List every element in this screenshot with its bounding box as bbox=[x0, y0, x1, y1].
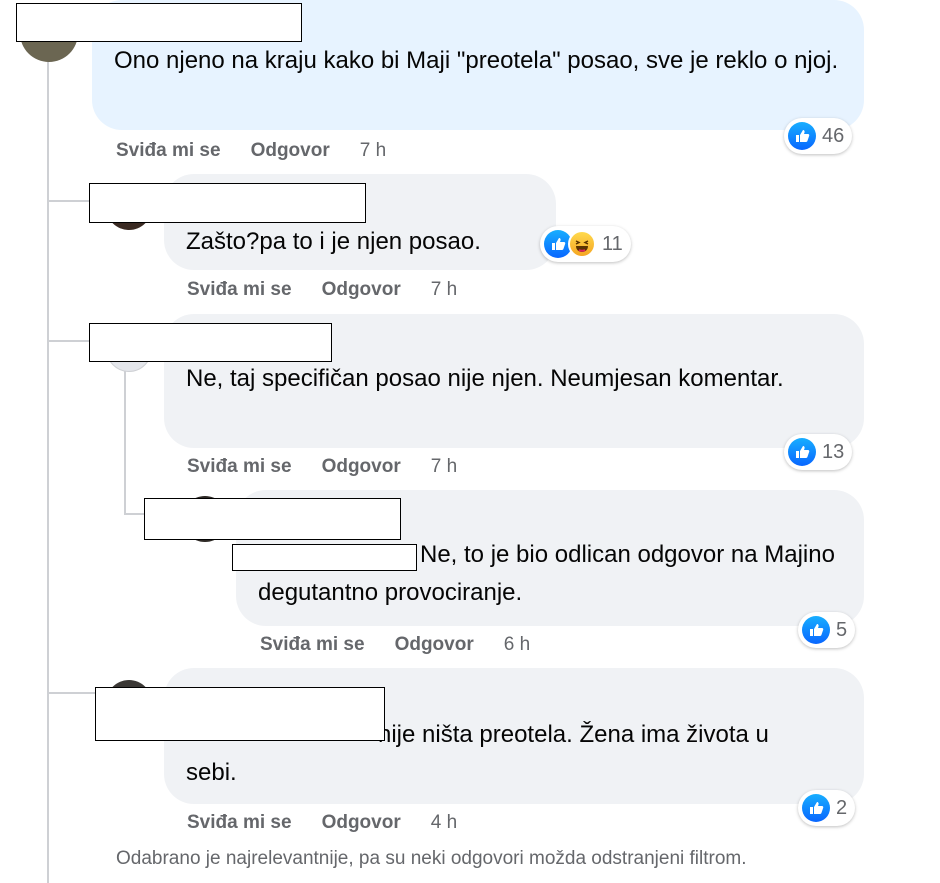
like-button[interactable]: Sviđa mi se bbox=[116, 140, 221, 162]
reaction-count: 5 bbox=[836, 618, 848, 641]
timestamp[interactable]: 4 h bbox=[431, 812, 457, 834]
redacted-author-name bbox=[95, 687, 385, 741]
reaction-count: 13 bbox=[822, 440, 845, 463]
comment-text: Ne, taj specifičan posao nije njen. Neum… bbox=[186, 365, 784, 392]
reaction-count-badge[interactable]: 46 bbox=[784, 118, 853, 154]
reply-button[interactable]: Odgovor bbox=[395, 634, 474, 656]
thread-line-main bbox=[47, 60, 49, 883]
reaction-count: 2 bbox=[836, 796, 848, 819]
comment-actions: Sviđa mi se Odgovor 7 h bbox=[187, 279, 457, 301]
timestamp[interactable]: 7 h bbox=[431, 279, 457, 301]
comment-text: Ono njeno na kraju kako bi Maji "preotel… bbox=[114, 47, 839, 74]
like-button[interactable]: Sviđa mi se bbox=[187, 812, 292, 834]
redacted-author-name bbox=[144, 498, 401, 540]
timestamp[interactable]: 6 h bbox=[504, 634, 530, 656]
comment-actions: Sviđa mi se Odgovor 7 h bbox=[187, 456, 457, 478]
comment-actions: Sviđa mi se Odgovor 6 h bbox=[260, 634, 530, 656]
reply-button[interactable]: Odgovor bbox=[322, 456, 401, 478]
like-reaction-icon bbox=[802, 794, 830, 822]
like-reaction-icon bbox=[788, 122, 816, 150]
thread-line-nested bbox=[124, 368, 126, 513]
reaction-count: 11 bbox=[602, 232, 623, 255]
like-reaction-icon bbox=[802, 616, 830, 644]
reply-button[interactable]: Odgovor bbox=[322, 279, 401, 301]
reply-button[interactable]: Odgovor bbox=[322, 812, 401, 834]
redacted-author-name bbox=[89, 183, 366, 223]
comment-text: Zašto?pa to i je njen posao. bbox=[186, 228, 481, 255]
comment-actions: Sviđa mi se Odgovor 7 h bbox=[116, 140, 386, 162]
redacted-author-name bbox=[89, 323, 332, 362]
like-reaction-icon bbox=[788, 438, 816, 466]
reaction-count-badge[interactable]: 13 bbox=[784, 434, 853, 470]
reaction-count-badge[interactable]: 11 bbox=[540, 226, 631, 262]
filter-note: Odabrano je najrelevantnije, pa su neki … bbox=[116, 848, 747, 869]
like-button[interactable]: Sviđa mi se bbox=[260, 634, 365, 656]
timestamp[interactable]: 7 h bbox=[431, 456, 457, 478]
comment-actions: Sviđa mi se Odgovor 4 h bbox=[187, 812, 457, 834]
haha-reaction-icon bbox=[568, 230, 596, 258]
reaction-count-badge[interactable]: 5 bbox=[798, 612, 856, 648]
like-button[interactable]: Sviđa mi se bbox=[187, 279, 292, 301]
redacted-author-name bbox=[16, 3, 302, 42]
timestamp[interactable]: 7 h bbox=[360, 140, 386, 162]
reaction-count-badge[interactable]: 2 bbox=[798, 790, 856, 826]
reaction-count: 46 bbox=[822, 124, 845, 147]
like-button[interactable]: Sviđa mi se bbox=[187, 456, 292, 478]
redacted-mention bbox=[232, 544, 417, 571]
reply-button[interactable]: Odgovor bbox=[251, 140, 330, 162]
